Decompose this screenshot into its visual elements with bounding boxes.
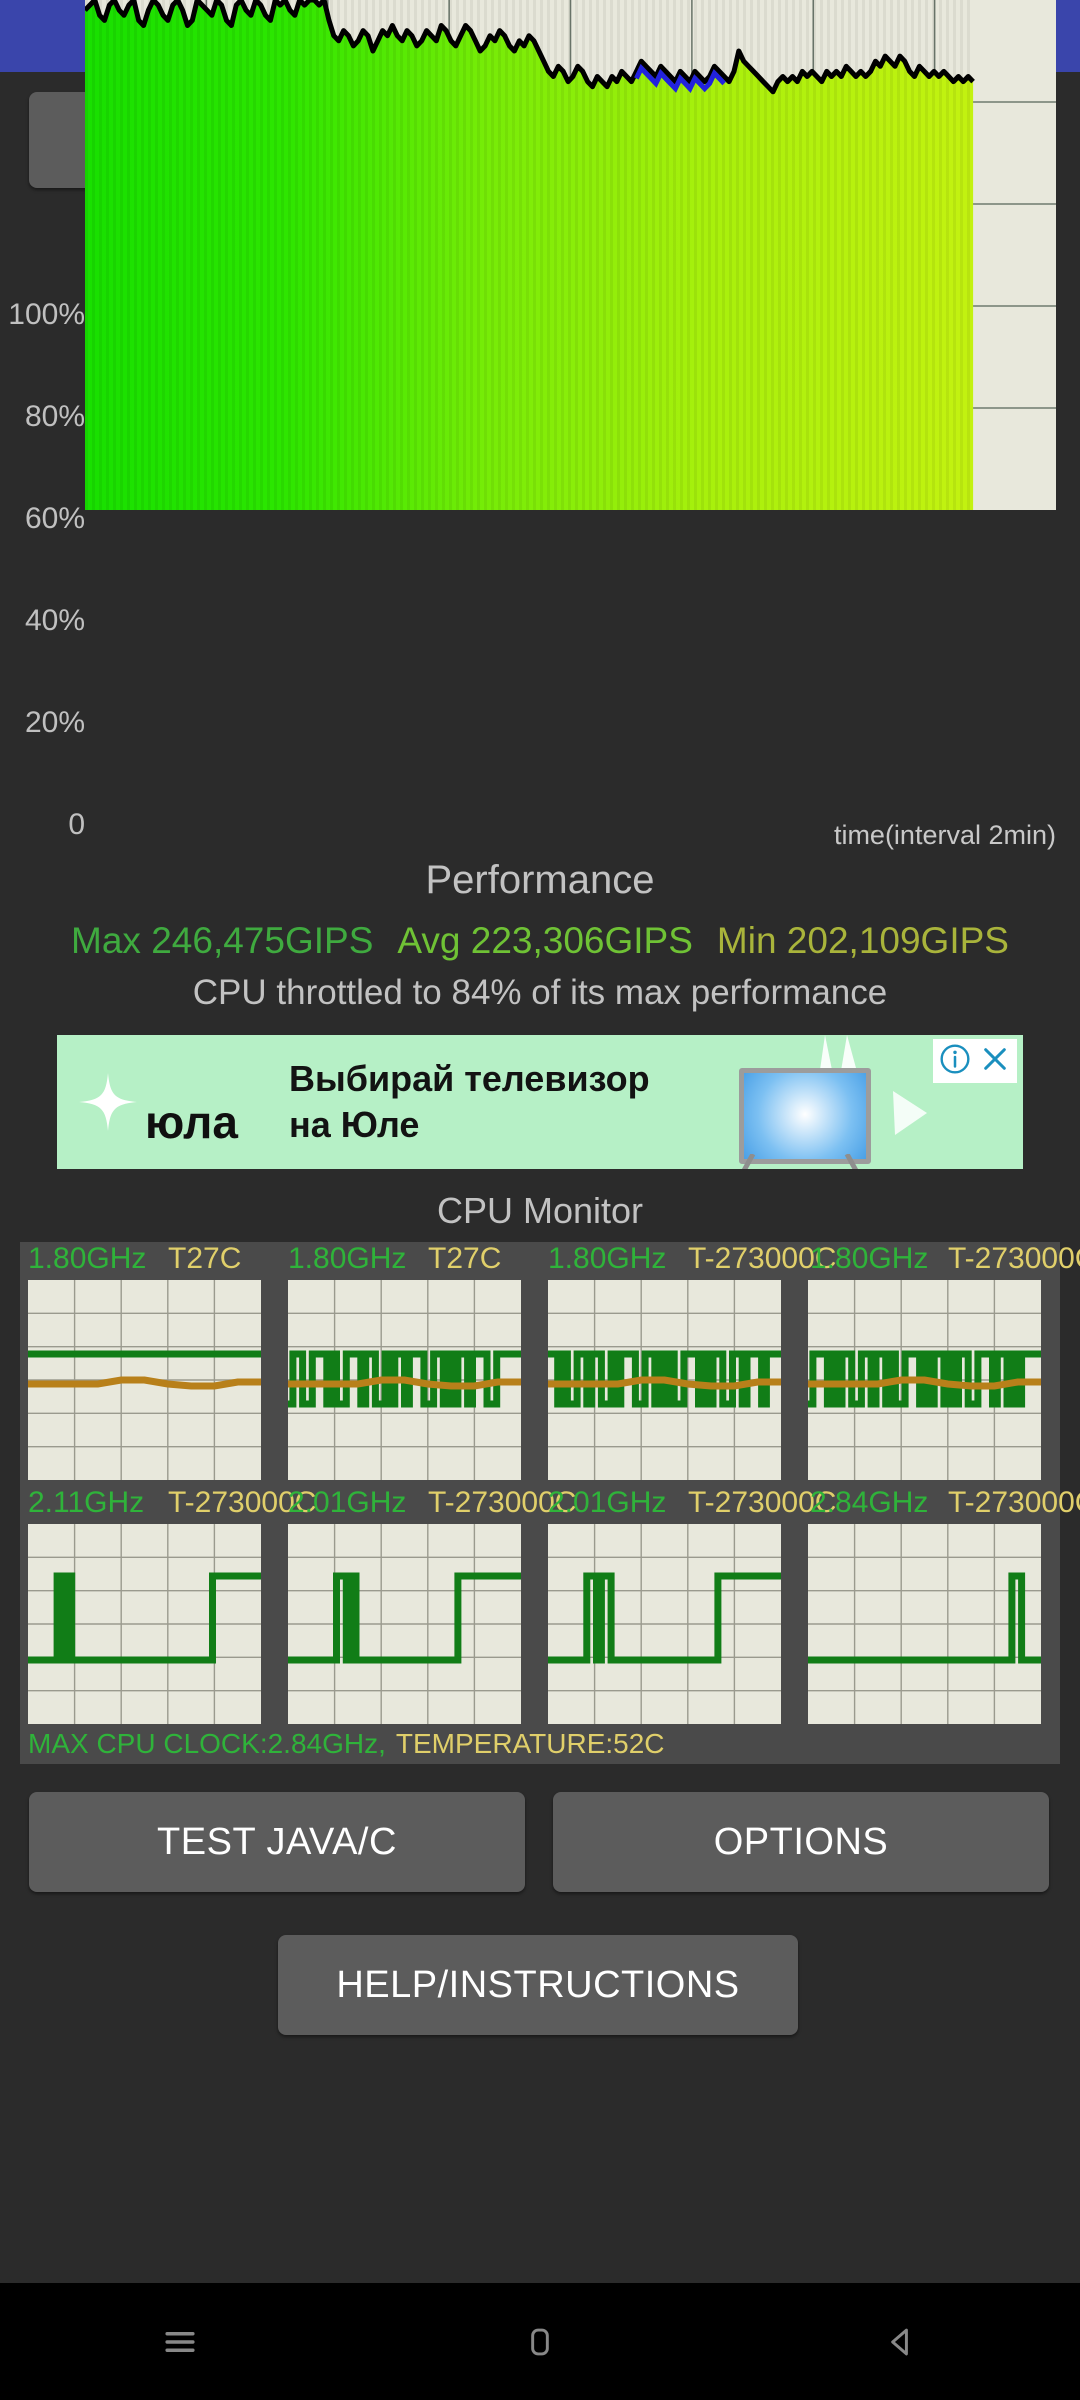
perf-max: Max 246,475GIPS <box>71 920 374 961</box>
cpu-core-4-freq: 2.11GHz <box>28 1486 145 1519</box>
cpu-core-2-graph <box>548 1280 781 1480</box>
home-icon[interactable] <box>480 2283 600 2400</box>
cpu-core-0-graph <box>28 1280 261 1480</box>
y-tick-20: 20% <box>24 706 85 739</box>
cpu-core-7-temp: T-273000C <box>948 1486 1080 1519</box>
android-navigation-bar <box>0 2283 1080 2400</box>
cpu-row-2-labels: 2.11GHz T-273000C 2.01GHz T-273000C 2.01… <box>20 1486 1080 1524</box>
ad-info-icon[interactable] <box>939 1043 971 1080</box>
cpu-core-4-graph <box>28 1524 261 1724</box>
cpu-core-2-freq: 1.80GHz <box>548 1242 667 1275</box>
cpu-row-2-graphs <box>20 1524 1060 1724</box>
test-java-c-button[interactable]: TEST JAVA/C <box>29 1792 525 1892</box>
ad-headline-line1: Выбирай телевизор <box>289 1058 650 1099</box>
cpu-core-3-freq: 1.80GHz <box>810 1242 929 1275</box>
perf-min: Min 202,109GIPS <box>716 920 1009 961</box>
performance-heading: Performance <box>425 858 655 902</box>
cpu-monitor-title: CPU Monitor <box>436 1190 644 1231</box>
performance-stats: Max 246,475GIPS Avg 223,306GIPS Min 202,… <box>0 920 1080 962</box>
cpu-row-1-labels: 1.80GHz T27C 1.80GHz T27C 1.80GHz T-2730… <box>20 1242 1080 1280</box>
y-tick-80: 80% <box>24 400 85 433</box>
cpu-core-6-freq: 2.01GHz <box>548 1486 667 1519</box>
advertisement-banner[interactable]: юла Выбирай телевизор на Юле <box>57 1035 1023 1169</box>
y-tick-0: 0 <box>68 808 85 841</box>
ad-sparkle-icon <box>79 1073 137 1131</box>
ad-headline: Выбирай телевизор на Юле <box>289 1056 650 1148</box>
y-tick-40: 40% <box>24 604 85 637</box>
throttle-message: CPU throttled to 84% of its max performa… <box>192 973 888 1012</box>
cpu-footer-temperature: TEMPERATURE:52C <box>395 1728 665 1759</box>
cpu-core-1-graph <box>288 1280 521 1480</box>
menu-icon[interactable] <box>120 2283 240 2400</box>
ad-television-image <box>739 1068 871 1164</box>
cpu-core-1-temp: T27C <box>428 1242 502 1275</box>
performance-chart <box>85 0 1056 510</box>
cpu-core-0-temp: T27C <box>168 1242 242 1275</box>
perf-avg: Avg 223,306GIPS <box>397 920 693 961</box>
back-icon[interactable] <box>840 2283 960 2400</box>
cpu-core-5-graph <box>288 1524 521 1724</box>
ad-headline-line2: на Юле <box>289 1104 420 1146</box>
cpu-row-1-graphs <box>20 1280 1060 1480</box>
cpu-core-7-graph <box>808 1524 1041 1724</box>
y-tick-60: 60% <box>24 502 85 535</box>
y-tick-100: 100% <box>8 298 85 331</box>
cpu-core-3-temp: T-273000C <box>948 1242 1080 1275</box>
cpu-monitor-footer: MAX CPU CLOCK:2.84GHz, TEMPERATURE:52C <box>20 1724 1068 1764</box>
cpu-core-0-freq: 1.80GHz <box>28 1242 147 1275</box>
ad-close-icon[interactable] <box>979 1043 1011 1080</box>
cpu-core-6-graph <box>548 1524 781 1724</box>
options-button[interactable]: OPTIONS <box>553 1792 1049 1892</box>
ad-tv-stand-icon <box>741 1154 859 1169</box>
graph-y-axis: 100% 80% 60% 40% 20% 0 <box>0 298 85 841</box>
graph-x-axis-label: time(interval 2min) <box>833 820 1056 850</box>
cpu-core-1-freq: 1.80GHz <box>288 1242 407 1275</box>
cpu-core-5-freq: 2.01GHz <box>288 1486 407 1519</box>
help-instructions-button[interactable]: HELP/INSTRUCTIONS <box>278 1935 798 2035</box>
cpu-monitor-panel: 1.80GHz T27C 1.80GHz T27C 1.80GHz T-2730… <box>20 1242 1080 1764</box>
ad-brand-logo: юла <box>145 1096 238 1148</box>
ad-controls <box>933 1039 1017 1083</box>
cpu-core-3-graph <box>808 1280 1041 1480</box>
cpu-core-7-freq: 2.84GHz <box>810 1486 929 1519</box>
cpu-footer-clock: MAX CPU CLOCK:2.84GHz, <box>28 1728 386 1759</box>
